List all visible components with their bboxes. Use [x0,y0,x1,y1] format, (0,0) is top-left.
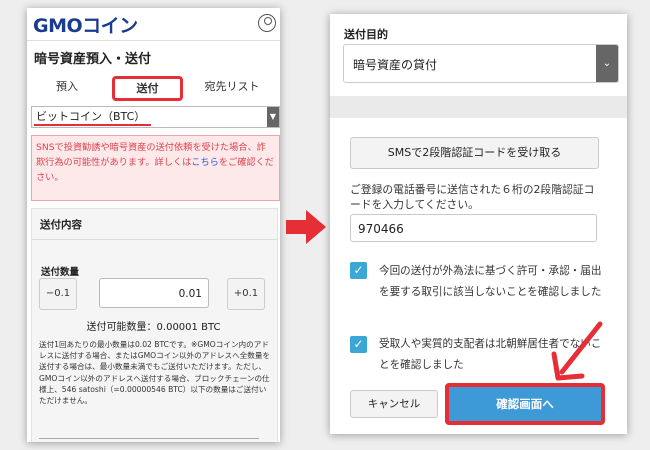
tab-send[interactable]: 送付 [112,76,183,101]
section-divider [330,96,627,118]
north-korea-checkbox[interactable]: ✓ [350,336,367,353]
quantity-label: 送付数量 [41,267,80,278]
chevron-down-icon: ⌄ [596,45,618,82]
right-screen: 送付目的 暗号資産の貸付 ⌄ SMSで2段階認証コードを受け取る ご登録の電話番… [330,14,627,434]
checkmark-icon: ✓ [353,337,364,351]
coin-select[interactable]: ビットコイン（BTC） ▼ [31,106,280,128]
coin-select-value: ビットコイン（BTC） [36,110,146,123]
purpose-select[interactable]: 暗号資産の貸付 ⌄ [343,44,619,83]
warning-link[interactable]: こちら [191,157,219,168]
quantity-input[interactable]: 0.01 [99,278,209,308]
send-notes: 送付1回あたりの最小数量は0.02 BTCです。※GMOコイン内のアドレスに送付… [39,340,271,406]
available-quantity: 送付可能数量：0.00001 BTC [86,322,221,333]
tab-deposit[interactable]: 預入 [37,75,97,99]
app-header: GMOコイン [27,8,280,41]
chevron-down-icon: ▼ [267,107,279,127]
section-title: 送付内容 [40,219,82,231]
page-title: 暗号資産預入・送付 [34,52,152,67]
tab-address-list[interactable]: 宛先リスト [192,75,272,99]
divider [32,239,277,240]
decrease-button[interactable]: −0.1 [39,278,77,310]
forex-law-checkbox[interactable]: ✓ [350,262,367,279]
confirm-screen-button[interactable]: 確認画面へ [445,383,605,425]
checkmark-icon: ✓ [353,263,364,277]
cancel-button[interactable]: キャンセル [350,390,438,418]
left-screen: GMOコイン 暗号資産預入・送付 預入 送付 宛先リスト ビットコイン（BTC）… [27,8,280,442]
divider [39,438,259,439]
verification-code-input[interactable]: 970466 [350,214,597,242]
purpose-select-value: 暗号資産の貸付 [353,58,438,72]
gmo-coin-logo[interactable]: GMOコイン [33,11,138,38]
request-sms-code-button[interactable]: SMSで2段階認証コードを受け取る [350,137,599,169]
pointer-arrow-icon [551,321,603,381]
highlight-underline [34,124,151,126]
arrow-right-icon [286,210,326,244]
purpose-label: 送付目的 [344,28,388,41]
sms-instructions: ご登録の電話番号に送信された６桁の2段階認証コードを入力してください。 [350,183,595,211]
increase-button[interactable]: +0.1 [227,278,265,310]
forex-law-checkbox-label: 今回の送付が外為法に基づく許可・承認・届出を要する取引に該当しないことを確認しま… [379,265,602,298]
user-icon[interactable] [258,14,276,32]
warning-banner: SNSで投資勧誘や暗号資産の送付依頼を受けた場合、詐欺行為の可能性があります。詳… [31,135,280,201]
tab-bar: 預入 送付 宛先リスト [27,75,280,101]
